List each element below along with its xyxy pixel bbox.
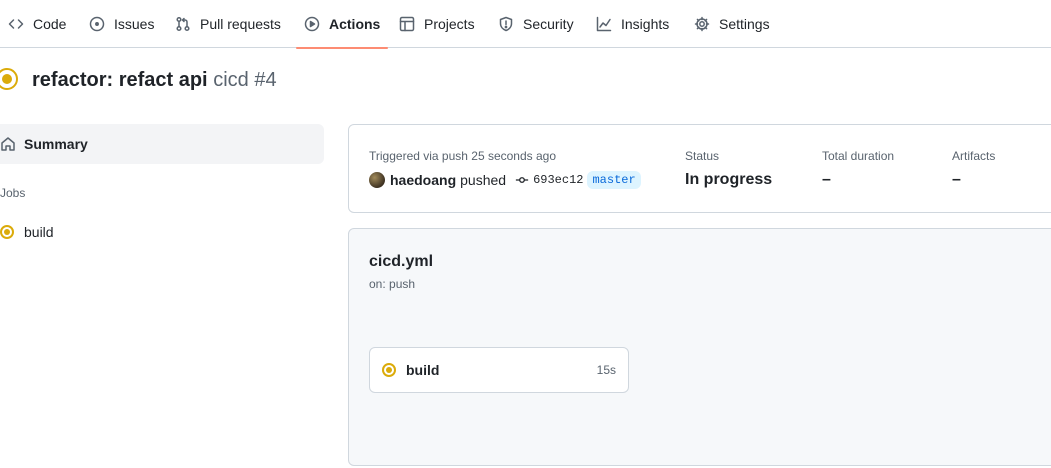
- page-title: refactor: refact api cicd #4: [32, 69, 277, 92]
- status-column: Status In progress: [685, 149, 772, 189]
- tab-issues-label: Issues: [114, 16, 155, 32]
- shield-icon: [499, 16, 513, 32]
- workflow-trigger: on: push: [369, 277, 416, 291]
- status-label: Status: [685, 149, 720, 163]
- run-summary-panel: Triggered via push 25 seconds ago haedoa…: [348, 124, 1051, 213]
- in-progress-icon: [0, 225, 14, 239]
- trigger-text: Triggered via push 25 seconds ago: [369, 149, 557, 163]
- tab-settings-label: Settings: [719, 16, 770, 32]
- tab-actions[interactable]: Actions: [295, 0, 389, 49]
- run-in-progress-icon: [0, 68, 18, 90]
- sidebar-item-summary[interactable]: Summary: [0, 124, 324, 164]
- avatar[interactable]: [369, 172, 385, 188]
- job-card-build[interactable]: build 15s: [369, 347, 629, 393]
- sidebar-item-build[interactable]: build: [0, 222, 54, 242]
- tab-actions-label: Actions: [329, 16, 381, 32]
- code-icon: [8, 19, 24, 29]
- tab-pull-requests[interactable]: Pull requests: [175, 0, 281, 48]
- tab-security-label: Security: [523, 16, 574, 32]
- tab-pull-requests-label: Pull requests: [200, 16, 281, 32]
- tab-security[interactable]: Security: [498, 0, 574, 48]
- sidebar-item-summary-label: Summary: [24, 136, 88, 152]
- run-workflow-name: cicd: [213, 69, 249, 91]
- duration-column: Total duration –: [822, 149, 894, 189]
- home-icon: [1, 137, 15, 151]
- artifacts-label: Artifacts: [952, 149, 996, 163]
- job-card-name: build: [406, 362, 440, 378]
- sidebar-item-build-label: build: [24, 224, 54, 240]
- graph-icon: [596, 16, 612, 32]
- actor-link[interactable]: haedoang: [390, 172, 456, 188]
- trigger-details: haedoang pushed 693ec12 master: [369, 171, 641, 189]
- duration-label: Total duration: [822, 149, 895, 163]
- repo-nav: Code Issues Pull requests Actions Projec…: [0, 0, 1051, 49]
- table-icon: [399, 16, 415, 32]
- workflow-graph: cicd.yml on: push build 15s: [348, 228, 1051, 466]
- commit-sha-link[interactable]: 693ec12: [533, 173, 583, 187]
- tab-issues[interactable]: Issues: [89, 0, 154, 48]
- branch-badge[interactable]: master: [587, 171, 641, 189]
- tab-insights[interactable]: Insights: [596, 0, 669, 48]
- gear-icon: [694, 16, 710, 32]
- run-title: refactor: refact api: [32, 69, 208, 91]
- job-card-duration: 15s: [596, 363, 616, 377]
- trigger-column: Triggered via push 25 seconds ago haedoa…: [369, 149, 641, 189]
- tab-code[interactable]: Code: [8, 0, 66, 48]
- tab-insights-label: Insights: [621, 16, 670, 32]
- tab-projects-label: Projects: [424, 16, 475, 32]
- tab-code-label: Code: [33, 16, 67, 32]
- issue-icon: [89, 16, 105, 32]
- play-icon: [304, 16, 320, 32]
- pull-request-icon: [176, 16, 190, 32]
- jobs-heading: Jobs: [0, 186, 26, 200]
- artifacts-column: Artifacts –: [952, 149, 995, 189]
- workflow-file-name: cicd.yml: [369, 253, 434, 270]
- tab-projects[interactable]: Projects: [399, 0, 475, 48]
- trigger-action: pushed: [460, 172, 507, 188]
- commit-icon: [515, 177, 529, 183]
- run-number: #4: [254, 69, 277, 91]
- artifacts-value: –: [952, 171, 961, 188]
- status-value: In progress: [685, 171, 773, 188]
- duration-value: –: [822, 171, 831, 188]
- in-progress-icon: [382, 363, 396, 377]
- tab-settings[interactable]: Settings: [694, 0, 770, 48]
